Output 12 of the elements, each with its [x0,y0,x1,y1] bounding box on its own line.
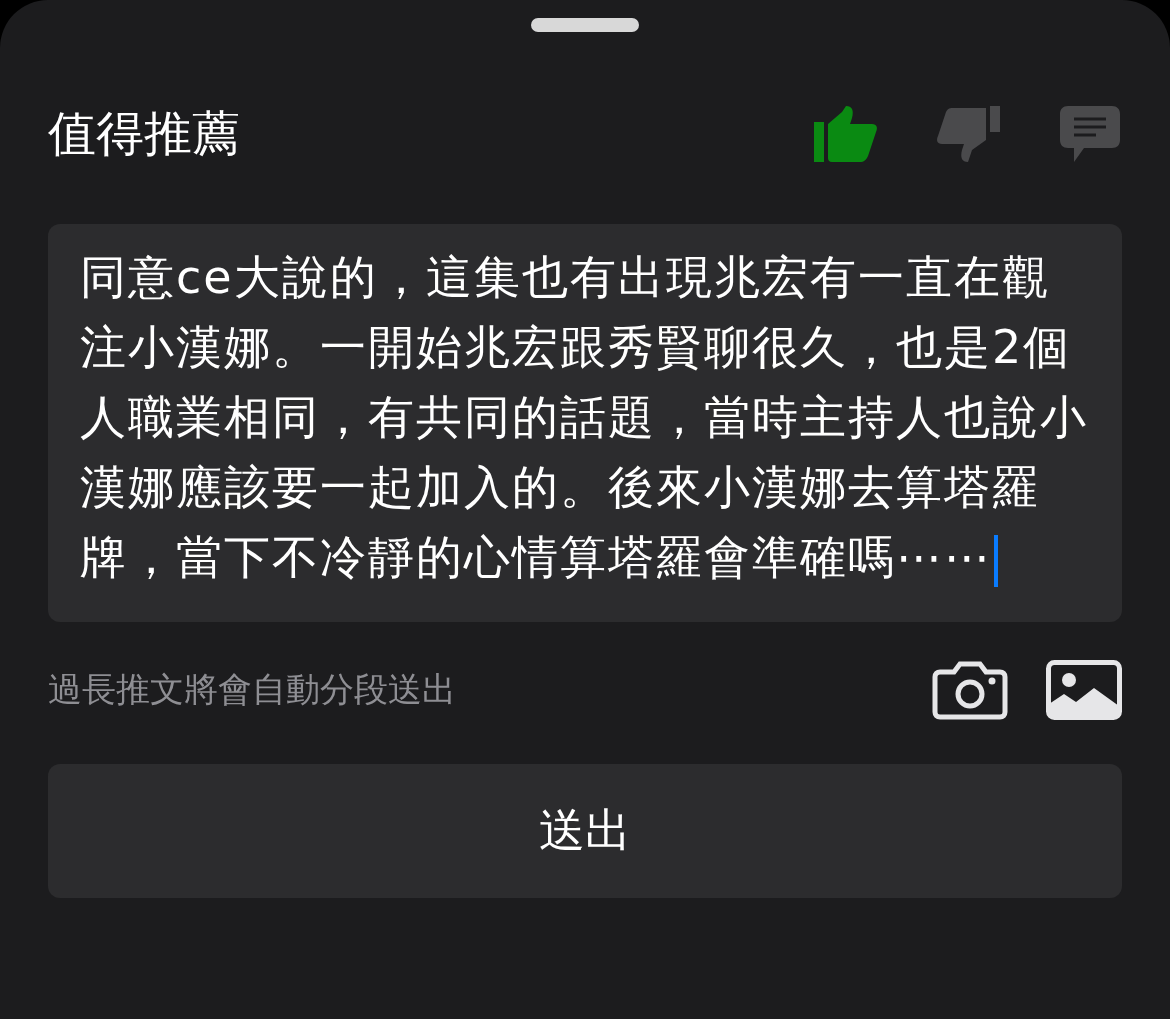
camera-icon [932,660,1008,720]
camera-button[interactable] [932,660,1008,720]
comment-field[interactable]: 同意ce大說的，這集也有出現兆宏有一直在觀注小漢娜。一開始兆宏跟秀賢聊很久，也是2個人職業相同，有共同的話題，當時主持人也說小漢娜應該要一起加入的。後來小漢娜去算塔羅牌，當下不冷靜的心情算塔羅會準確嗎⋯⋯ [48,224,1122,622]
hint-text: 過長推文將會自動分段送出 [48,668,457,711]
sheet-grabber[interactable] [531,18,639,32]
comment-icon [1060,106,1120,162]
thumbs-down-icon [936,106,1000,162]
submit-button[interactable]: 送出 [48,764,1122,898]
image-button[interactable] [1046,660,1122,720]
image-icon [1046,660,1122,720]
sheet-title: 值得推薦 [48,104,241,163]
thumbs-up-icon [814,106,878,162]
